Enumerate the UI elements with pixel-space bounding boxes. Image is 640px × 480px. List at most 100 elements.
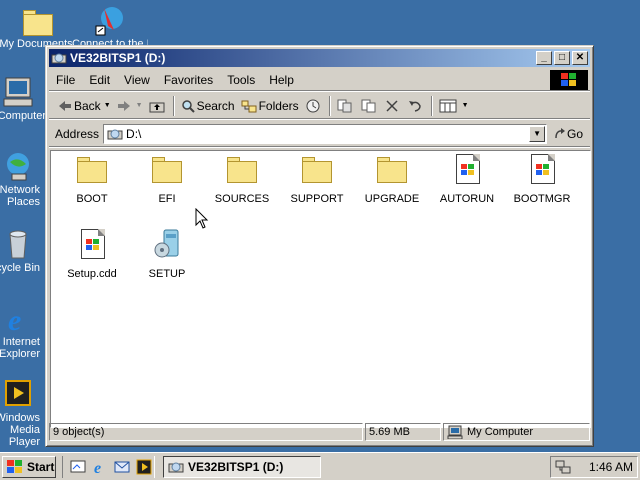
desktop-icon-my-documents[interactable]: My Documents <box>0 4 74 50</box>
file-item-label: SETUP <box>148 268 186 280</box>
cd-drive-icon <box>107 126 123 142</box>
go-arrow-icon <box>555 127 566 138</box>
go-button[interactable]: Go <box>553 127 583 141</box>
file-item-label: BOOTMGR <box>513 193 571 205</box>
start-label: Start <box>27 459 55 474</box>
window-title: VE32BITSP1 (D:) <box>70 51 166 65</box>
title-bar[interactable]: VE32BITSP1 (D:) _ □ ✕ <box>49 49 590 67</box>
file-item-sources[interactable]: SOURCES <box>207 153 277 205</box>
status-zone: My Computer <box>443 423 590 441</box>
start-button[interactable]: Start <box>2 455 56 478</box>
go-label: Go <box>567 126 584 141</box>
status-bar: 9 object(s) 5.69 MB My Computer <box>49 423 590 443</box>
file-item-setup[interactable]: SETUP <box>132 228 202 280</box>
move-to-button[interactable] <box>334 95 358 117</box>
document-icon <box>450 153 484 187</box>
up-folder-icon <box>149 102 165 112</box>
recycle-bin-icon <box>2 228 34 260</box>
chevron-down-icon[interactable]: ▼ <box>104 102 111 109</box>
history-button[interactable] <box>302 95 326 117</box>
forward-button[interactable]: ▼ <box>114 95 146 117</box>
taskbar: Start e VE32BITSP1 (D:) 1:46 AM <box>0 452 640 480</box>
chevron-down-icon[interactable]: ▼ <box>462 102 469 109</box>
menu-tools[interactable]: Tools <box>220 73 262 87</box>
menu-view[interactable]: View <box>117 73 157 87</box>
file-item-label: EFI <box>158 193 176 205</box>
quick-launch: e <box>62 455 155 478</box>
address-bar: Address D:\ ▼ Go <box>49 121 590 147</box>
file-item-support[interactable]: SUPPORT <box>282 153 352 205</box>
search-icon <box>181 99 195 113</box>
delete-button[interactable] <box>382 95 404 117</box>
history-icon <box>306 99 320 112</box>
file-view[interactable]: BOOT EFI SOURCES SUPPORT UPGRADE AUTORUN <box>50 150 591 428</box>
toolbar-separator <box>172 95 175 116</box>
close-icon: ✕ <box>575 52 585 63</box>
windows-logo-icon <box>7 459 22 473</box>
clock[interactable]: 1:46 AM <box>589 460 633 474</box>
folders-label: Folders <box>258 98 299 113</box>
menu-edit[interactable]: Edit <box>82 73 117 87</box>
taskbar-window-label: VE32BITSP1 (D:) <box>188 459 284 474</box>
back-label: Back <box>74 98 101 113</box>
svg-text:e: e <box>8 304 21 334</box>
cd-drive-icon <box>51 50 67 66</box>
folder-icon <box>20 4 53 36</box>
menu-file[interactable]: File <box>49 73 82 87</box>
file-item-efi[interactable]: EFI <box>132 153 202 205</box>
folders-icon <box>241 100 257 112</box>
network-connection-icon[interactable] <box>555 459 571 475</box>
computer-icon <box>2 76 34 108</box>
desktop-icon-connect[interactable]: Connect to the Internet <box>72 4 148 50</box>
file-item-label: Setup.cdd <box>67 268 117 280</box>
file-item-label: AUTORUN <box>439 193 495 205</box>
address-dropdown-button[interactable]: ▼ <box>529 125 546 142</box>
back-arrow-icon <box>59 100 71 111</box>
file-item-boot[interactable]: BOOT <box>57 153 127 205</box>
maximize-button[interactable]: □ <box>554 51 570 65</box>
ie-icon: e <box>2 302 34 337</box>
outlook-icon[interactable] <box>113 458 131 476</box>
chevron-down-icon[interactable]: ▼ <box>136 102 143 109</box>
toolbar-separator <box>328 95 331 116</box>
search-button[interactable]: Search <box>178 95 238 117</box>
file-item-bootmgr[interactable]: BOOTMGR <box>507 153 577 205</box>
cd-drive-icon <box>168 462 184 472</box>
ie-icon[interactable]: e <box>91 458 109 476</box>
taskbar-window-button[interactable]: VE32BITSP1 (D:) <box>163 455 321 478</box>
status-zone-label: My Computer <box>467 426 534 438</box>
explorer-window: VE32BITSP1 (D:) _ □ ✕ File Edit View Fav… <box>45 45 594 447</box>
back-button[interactable]: Back ▼ <box>55 95 114 117</box>
chevron-down-icon: ▼ <box>533 129 541 138</box>
file-item-label: SOURCES <box>214 193 270 205</box>
menu-favorites[interactable]: Favorites <box>157 73 220 87</box>
copy-to-button[interactable] <box>358 95 382 117</box>
setup-icon <box>150 228 184 262</box>
views-button[interactable]: ▼ <box>436 95 472 117</box>
file-item-autorun[interactable]: AUTORUN <box>432 153 502 205</box>
minimize-button[interactable]: _ <box>536 51 552 65</box>
network-icon <box>2 150 34 182</box>
document-icon <box>525 153 559 187</box>
document-icon <box>75 228 109 262</box>
system-tray: 1:46 AM <box>550 456 638 478</box>
folders-button[interactable]: Folders <box>238 95 302 117</box>
media-player-icon[interactable] <box>135 458 153 476</box>
connect-icon <box>94 4 126 36</box>
menu-help[interactable]: Help <box>262 73 301 87</box>
maximize-icon: □ <box>558 52 566 63</box>
file-item-upgrade[interactable]: UPGRADE <box>357 153 427 205</box>
undo-button[interactable] <box>404 95 428 117</box>
up-folder-button[interactable] <box>146 95 170 117</box>
menu-bar: File Edit View Favorites Tools Help <box>49 69 590 91</box>
address-input[interactable]: D:\ ▼ <box>103 123 548 144</box>
file-item-setup-cdd[interactable]: Setup.cdd <box>57 228 127 280</box>
mouse-cursor-icon <box>195 208 209 229</box>
standard-toolbar: Back ▼ ▼ Search Folders ▼ <box>49 93 590 119</box>
close-button[interactable]: ✕ <box>572 51 588 65</box>
show-desktop-icon[interactable] <box>69 458 87 476</box>
computer-icon <box>447 425 463 439</box>
address-label: Address <box>55 126 100 141</box>
status-object-count: 9 object(s) <box>49 423 363 441</box>
toolbar-separator <box>430 95 433 116</box>
